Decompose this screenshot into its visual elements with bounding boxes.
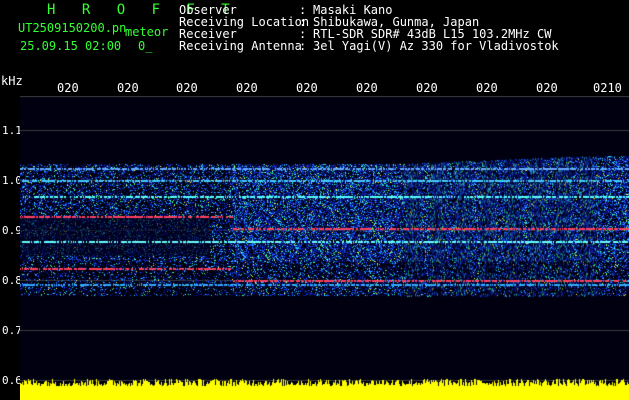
x-tick-label: 020 <box>176 81 198 95</box>
y-tick-label: 1.1 <box>2 124 22 137</box>
mode-label: meteor <box>125 25 169 39</box>
x-tick-label: 020 <box>416 81 438 95</box>
x-tick-label: 020 <box>236 81 258 95</box>
date-time: 25.09.15 02:00 <box>20 39 122 53</box>
x-tick-label: 020 <box>117 81 139 95</box>
antenna-sep: : <box>299 39 307 53</box>
y-tick-label: 0.8 <box>2 274 22 287</box>
x-tick-label: 020 <box>57 81 79 95</box>
y-tick-label: 0.7 <box>2 324 22 337</box>
x-tick-label: 020 <box>296 81 318 95</box>
y-tick-label: 1.0 <box>2 174 22 187</box>
counter-label: 0_ <box>138 39 153 53</box>
spectrogram-plot <box>20 96 629 400</box>
antenna-value: 3el Yagi(V) Az 330 for Vladivostok <box>313 39 559 53</box>
file-name: UT2509150200.pn <box>18 21 127 35</box>
x-tick-label: 020 <box>476 81 498 95</box>
x-tick-label: 020 <box>356 81 378 95</box>
y-axis-unit: kHz <box>1 74 23 88</box>
y-tick-label: 0.6 <box>2 374 22 387</box>
x-tick-label: 020 <box>536 81 558 95</box>
y-tick-label: 0.9 <box>2 224 22 237</box>
antenna-label: Receiving Antenna <box>179 39 302 53</box>
x-tick-label: 0210 <box>593 81 622 95</box>
